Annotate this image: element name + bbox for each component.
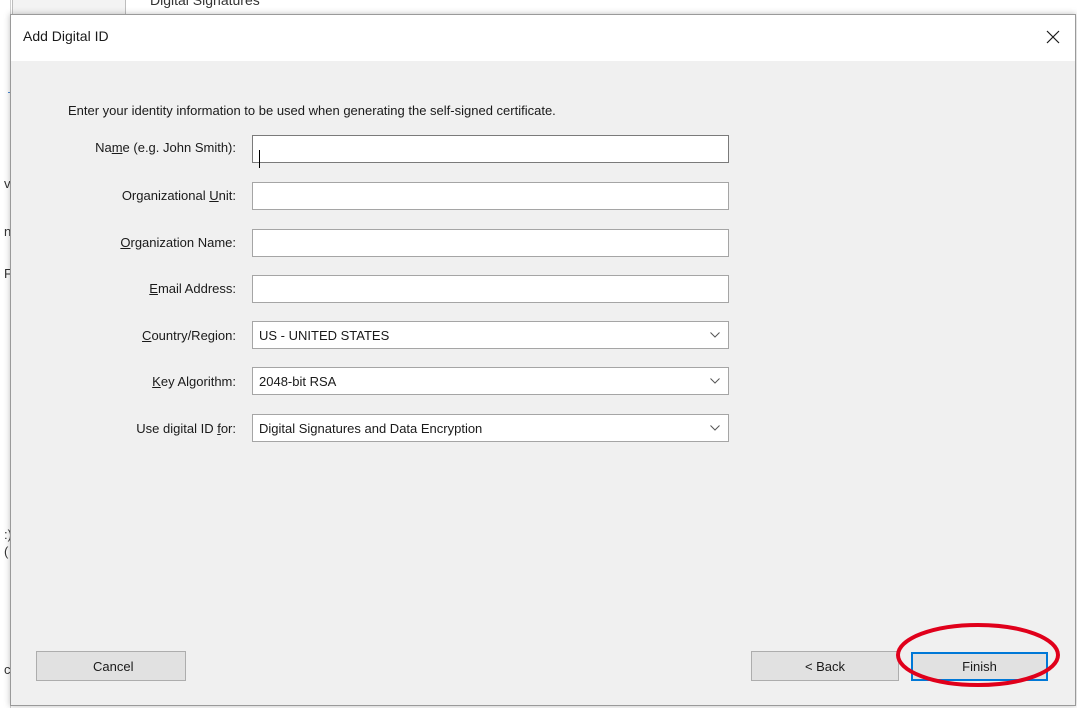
screen: Digital Signatures v n F :) ( c Add Digi… xyxy=(0,0,1077,708)
close-button[interactable] xyxy=(1037,23,1069,51)
add-digital-id-dialog: Add Digital ID Enter your identity infor… xyxy=(10,14,1076,706)
use-digital-id-for-value: Digital Signatures and Data Encryption xyxy=(259,421,483,436)
cancel-button[interactable]: Cancel xyxy=(36,651,186,681)
background-tab xyxy=(12,0,126,15)
email-address-label: Email Address: xyxy=(149,281,236,296)
organizational-unit-label: Organizational Unit: xyxy=(121,188,236,203)
key-algorithm-label: Key Algorithm: xyxy=(152,374,236,389)
key-algorithm-value: 2048-bit RSA xyxy=(259,374,337,389)
dialog-title: Add Digital ID xyxy=(23,28,109,44)
intro-text: Enter your identity information to be us… xyxy=(68,103,556,118)
email-address-input[interactable] xyxy=(252,275,729,303)
country-region-value: US - UNITED STATES xyxy=(259,328,390,343)
key-algorithm-select[interactable]: 2048-bit RSA xyxy=(252,367,729,395)
background-window-title: Digital Signatures xyxy=(150,0,260,8)
country-region-label: Country/Region: xyxy=(142,328,236,343)
organization-name-input[interactable] xyxy=(252,229,729,257)
background-glyph: ( xyxy=(4,544,9,559)
use-digital-id-for-select[interactable]: Digital Signatures and Data Encryption xyxy=(252,414,729,442)
organizational-unit-input[interactable] xyxy=(252,182,729,210)
finish-button[interactable]: Finish xyxy=(911,652,1048,681)
organization-name-label: Organization Name: xyxy=(120,235,236,250)
dialog-titlebar: Add Digital ID xyxy=(11,15,1075,61)
text-caret xyxy=(259,150,260,168)
use-digital-id-for-label: Use digital ID for: xyxy=(136,421,236,436)
name-label: Name (e.g. John Smith): xyxy=(95,140,236,155)
chevron-down-icon[interactable] xyxy=(702,322,728,348)
chevron-down-icon[interactable] xyxy=(702,415,728,441)
chevron-down-icon[interactable] xyxy=(702,368,728,394)
name-input[interactable] xyxy=(252,135,729,163)
close-icon xyxy=(1046,30,1060,44)
back-button[interactable]: < Back xyxy=(751,651,899,681)
country-region-select[interactable]: US - UNITED STATES xyxy=(252,321,729,349)
